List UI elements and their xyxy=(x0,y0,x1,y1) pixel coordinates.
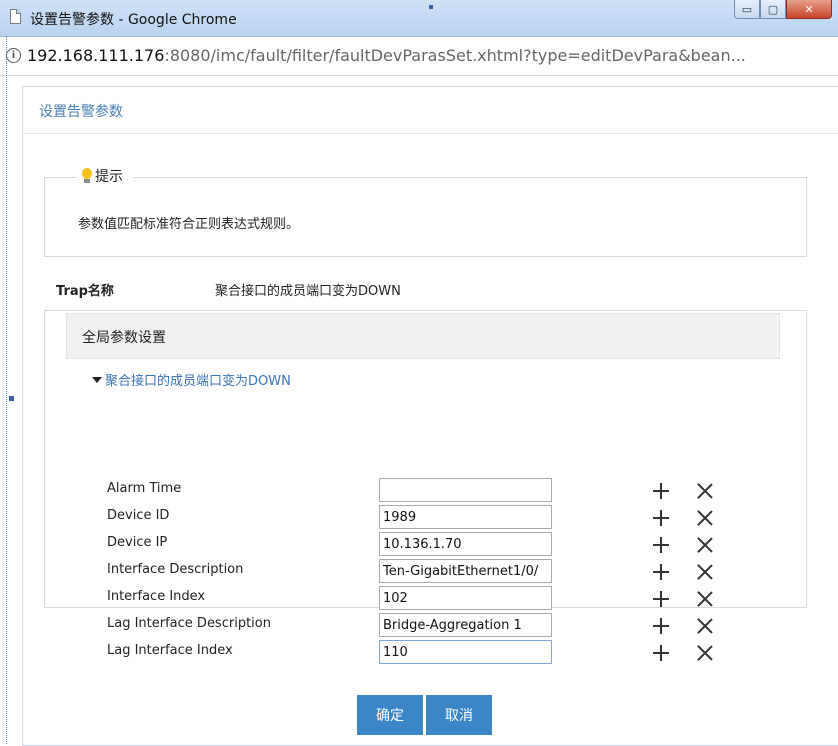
caret-down-icon[interactable] xyxy=(92,376,102,383)
param-row-interface-index: Interface Index xyxy=(45,586,806,612)
param-row-alarm-time: Alarm Time xyxy=(45,478,806,504)
cancel-button[interactable]: 取消 xyxy=(426,695,492,735)
param-input-lag-interface-index[interactable] xyxy=(379,640,552,664)
param-label: Interface Index xyxy=(107,589,206,604)
param-row-lag-interface-description: Lag Interface Description xyxy=(45,613,806,639)
trap-name-label: Trap名称 xyxy=(56,284,114,299)
param-input-interface-description[interactable] xyxy=(379,559,552,583)
param-row-lag-interface-index: Lag Interface Index xyxy=(45,640,806,666)
param-label: Lag Interface Description xyxy=(107,616,271,631)
tree-node-label[interactable]: 聚合接口的成员端口变为DOWN xyxy=(105,370,291,389)
panel-title: 全局参数设置 xyxy=(82,330,166,346)
url-text[interactable]: 192.168.111.176:8080/imc/fault/filter/fa… xyxy=(27,46,832,65)
url-host: 192.168.111.176 xyxy=(27,46,165,65)
tip-box: 提示 参数值匹配标准符合正则表达式规则。 xyxy=(44,166,807,257)
panel-header: 全局参数设置 xyxy=(66,313,780,359)
plus-icon[interactable] xyxy=(652,617,670,635)
address-bar[interactable]: i 192.168.111.176:8080/imc/fault/filter/… xyxy=(0,37,838,76)
close-icon[interactable] xyxy=(696,563,714,581)
window-titlebar[interactable]: 设置告警参数 - Google Chrome ▭ ▢ ✕ xyxy=(0,0,838,37)
param-input-interface-index[interactable] xyxy=(379,586,552,610)
close-icon[interactable] xyxy=(696,509,714,527)
tip-text: 参数值匹配标准符合正则表达式规则。 xyxy=(78,217,300,232)
param-row-device-ip: Device IP xyxy=(45,532,806,558)
close-icon[interactable] xyxy=(696,617,714,635)
param-input-device-ip[interactable] xyxy=(379,532,552,556)
maximize-button[interactable]: ▢ xyxy=(760,0,786,19)
param-label: Alarm Time xyxy=(107,481,182,496)
ok-button[interactable]: 确定 xyxy=(357,695,423,735)
global-params-panel: 全局参数设置 聚合接口的成员端口变为DOWN Alarm Time Device… xyxy=(44,310,807,664)
param-label: Device IP xyxy=(107,535,168,550)
close-icon[interactable] xyxy=(696,536,714,554)
info-icon[interactable]: i xyxy=(6,48,21,63)
close-icon[interactable] xyxy=(696,482,714,500)
dialog-header: 设置告警参数 xyxy=(23,87,838,134)
resize-handle-top[interactable] xyxy=(429,5,433,9)
page-icon xyxy=(10,9,21,24)
trap-name-value: 聚合接口的成员端口变为DOWN xyxy=(215,284,401,299)
tip-legend: 提示 xyxy=(77,166,133,186)
bulb-icon xyxy=(81,168,93,184)
window-left-edge xyxy=(0,36,7,744)
tree-node-trap[interactable]: 聚合接口的成员端口变为DOWN xyxy=(92,370,291,389)
resize-handle-left[interactable] xyxy=(9,396,14,401)
param-row-device-id: Device ID xyxy=(45,505,806,531)
plus-icon[interactable] xyxy=(652,644,670,662)
window-controls: ▭ ▢ ✕ xyxy=(734,0,832,20)
minimize-button[interactable]: ▭ xyxy=(734,0,760,19)
plus-icon[interactable] xyxy=(652,563,670,581)
plus-icon[interactable] xyxy=(652,509,670,527)
param-label: Device ID xyxy=(107,508,170,523)
param-input-lag-interface-description[interactable] xyxy=(379,613,552,637)
plus-icon[interactable] xyxy=(652,536,670,554)
close-window-button[interactable]: ✕ xyxy=(786,0,832,19)
plus-icon[interactable] xyxy=(652,590,670,608)
param-label: Lag Interface Index xyxy=(107,643,233,658)
dialog-title: 设置告警参数 xyxy=(39,104,123,120)
close-icon[interactable] xyxy=(696,644,714,662)
param-input-device-id[interactable] xyxy=(379,505,552,529)
url-path: :8080/imc/fault/filter/faultDevParasSet.… xyxy=(164,46,746,65)
param-input-alarm-time[interactable] xyxy=(379,478,552,502)
close-icon[interactable] xyxy=(696,590,714,608)
dialog: 设置告警参数 提示 参数值匹配标准符合正则表达式规则。 Trap名称 聚合接口的… xyxy=(22,86,838,746)
param-row-interface-description: Interface Description xyxy=(45,559,806,585)
tip-legend-label: 提示 xyxy=(95,169,123,185)
plus-icon[interactable] xyxy=(652,482,670,500)
window-title: 设置告警参数 - Google Chrome xyxy=(30,12,237,28)
param-label: Interface Description xyxy=(107,562,244,577)
